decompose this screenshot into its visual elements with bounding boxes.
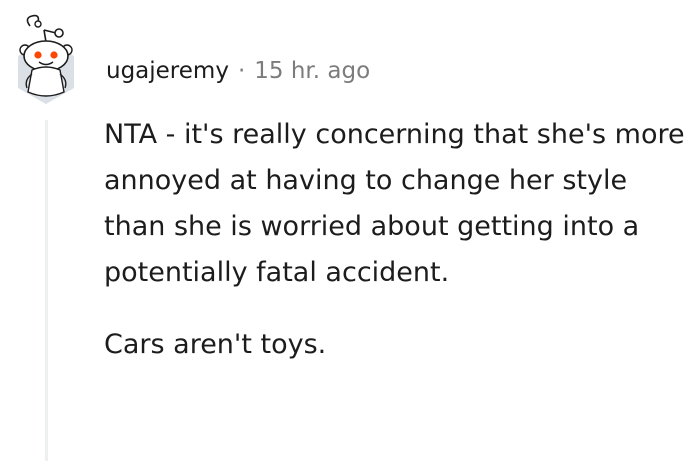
thread-collapse-line[interactable]: [45, 120, 48, 461]
comment-timestamp[interactable]: 15 hr. ago: [254, 58, 370, 84]
comment-paragraph: NTA - it's really concerning that she's …: [104, 119, 685, 288]
meta-separator: ·: [237, 58, 246, 84]
snoo-avatar-icon: [18, 14, 74, 104]
comment-paragraph: Cars aren't toys.: [104, 329, 327, 360]
comment-meta: ugajeremy · 15 hr. ago: [106, 54, 370, 88]
comment-author[interactable]: ugajeremy: [106, 58, 229, 84]
comment-body: NTA - it's really concerning that she's …: [104, 112, 694, 368]
comment: ugajeremy · 15 hr. ago NTA - it's really…: [0, 0, 700, 461]
user-avatar[interactable]: [8, 10, 84, 108]
